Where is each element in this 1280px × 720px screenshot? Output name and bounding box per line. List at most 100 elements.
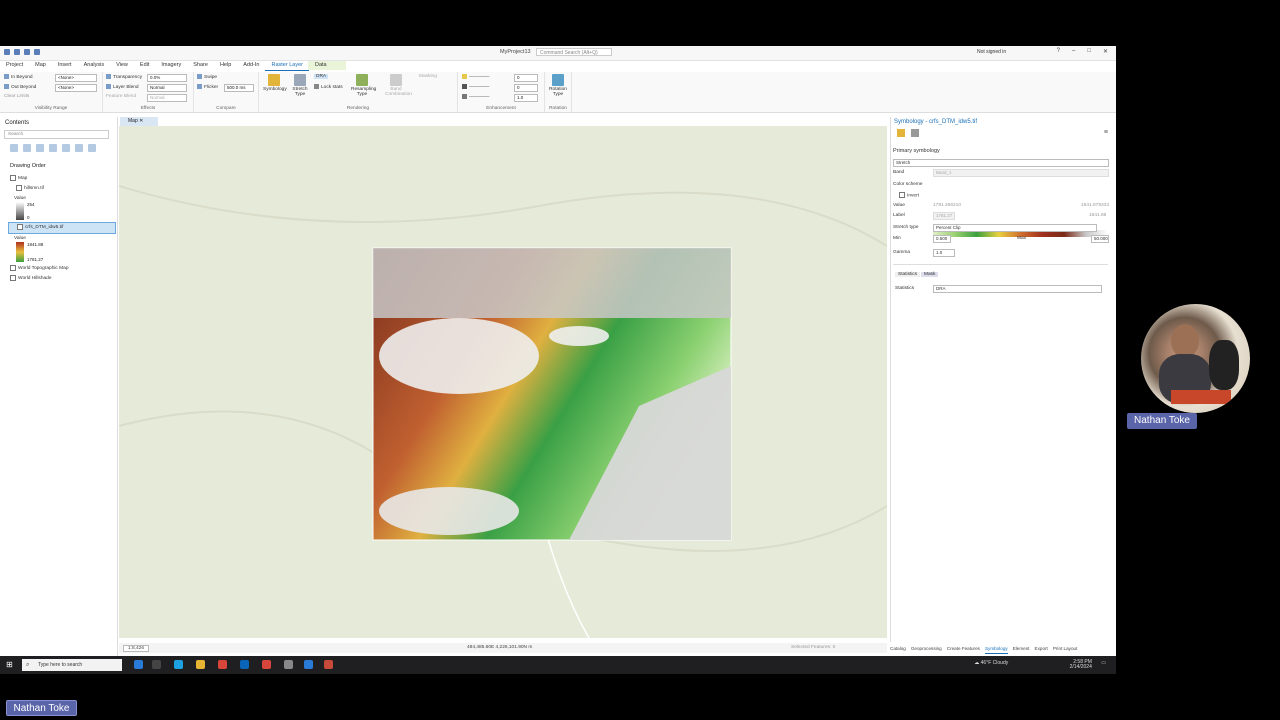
recorder-icon[interactable] — [324, 660, 333, 669]
close-button[interactable]: ✕ — [1103, 48, 1108, 55]
min-input[interactable]: 0.500 — [933, 235, 951, 243]
max-input[interactable]: 50.000 — [1091, 235, 1109, 243]
weather-text[interactable]: 46°F Cloudy — [981, 660, 1009, 666]
tab-imagery[interactable]: Imagery — [155, 61, 187, 71]
tab-symbology[interactable]: Symbology — [984, 646, 1008, 654]
tab-raster-layer[interactable]: Raster Layer — [265, 61, 309, 71]
brightness-input[interactable]: 0 — [514, 74, 538, 82]
tab-help[interactable]: Help — [214, 61, 237, 71]
list-by-labeling-icon[interactable] — [75, 144, 83, 152]
windows-start-icon[interactable]: ⊞ — [6, 660, 13, 669]
app-icon[interactable] — [284, 660, 293, 669]
map-canvas[interactable] — [119, 126, 887, 638]
minimize-button[interactable]: – — [1072, 48, 1075, 55]
list-by-selection-icon[interactable] — [36, 144, 44, 152]
undo-icon[interactable] — [34, 49, 40, 55]
help-icon[interactable]: ? — [1057, 48, 1060, 55]
tab-print-layout[interactable]: Print Layout — [1053, 646, 1078, 654]
tab-map[interactable]: Map — [29, 61, 52, 71]
feature-blend-select[interactable]: Normal — [147, 94, 187, 102]
tab-geoprocessing[interactable]: Geoprocessing — [911, 646, 942, 654]
open-project-icon[interactable] — [14, 49, 20, 55]
tab-analysis[interactable]: Analysis — [78, 61, 110, 71]
brightness-slider[interactable]: ────── — [462, 74, 489, 80]
taskbar-search-input[interactable]: Type here to search — [22, 659, 122, 671]
tab-add-in[interactable]: Add-In — [237, 61, 265, 71]
save-icon[interactable] — [24, 49, 30, 55]
swipe-button[interactable]: Swipe — [197, 74, 217, 80]
renderer-select[interactable]: Stretch — [893, 159, 1109, 167]
checkbox[interactable] — [17, 223, 23, 230]
out-beyond-button[interactable]: Out Beyond — [4, 84, 36, 90]
contrast-slider[interactable]: ────── — [462, 84, 489, 90]
signed-in-status[interactable]: Not signed in — [977, 49, 1006, 55]
tab-mask[interactable]: Mask — [921, 272, 939, 277]
chrome-profile-icon[interactable] — [262, 660, 271, 669]
map-node[interactable]: Map — [8, 174, 116, 184]
chrome-icon[interactable] — [218, 660, 227, 669]
symbology-button[interactable]: Symbology — [263, 74, 287, 92]
in-beyond-button[interactable]: In Beyond — [4, 74, 33, 80]
resampling-type-button[interactable]: Resampling Type — [351, 74, 376, 97]
label-low-input[interactable]: 1781.27 — [933, 212, 955, 220]
rotation-type-button[interactable]: Rotation Type — [547, 74, 569, 97]
tab-statistics[interactable]: Statistics — [895, 272, 921, 277]
contrast-input[interactable]: 0 — [514, 84, 538, 92]
maximize-button[interactable]: □ — [1087, 48, 1091, 55]
checkbox[interactable] — [10, 174, 16, 181]
command-search-input[interactable]: Command Search (Alt+Q) — [536, 48, 612, 56]
arcgis-pro-icon[interactable] — [304, 660, 313, 669]
stretch-type-select[interactable]: Percent Clip — [933, 224, 1097, 232]
clock[interactable]: 2:58 PM 2/14/2024 — [1070, 660, 1092, 670]
masking-button[interactable]: Masking — [419, 74, 437, 79]
layer-world-topo[interactable]: World Topographic Map — [8, 264, 116, 274]
tab-catalog[interactable]: Catalog — [890, 646, 906, 654]
menu-icon[interactable]: ≡ — [1104, 129, 1108, 136]
checkbox[interactable] — [10, 274, 16, 281]
map-view-tab[interactable]: Map ✕ — [120, 117, 158, 126]
list-by-snapping-icon[interactable] — [62, 144, 70, 152]
flicker-button[interactable]: Flicker — [197, 84, 218, 90]
tab-create-features[interactable]: Create Features — [947, 646, 980, 654]
tab-view[interactable]: View — [110, 61, 134, 71]
in-beyond-select[interactable]: <None> — [55, 74, 97, 82]
list-by-perspective-icon[interactable] — [88, 144, 96, 152]
flicker-interval-input[interactable]: 500.0 ms — [224, 84, 254, 92]
tab-edit[interactable]: Edit — [134, 61, 155, 71]
layer-dtm-selected[interactable]: crfs_DTM_idw5.tif — [8, 222, 116, 234]
tab-insert[interactable]: Insert — [52, 61, 78, 71]
vary-symbology-tab-icon[interactable] — [911, 129, 919, 137]
out-beyond-select[interactable]: <None> — [55, 84, 97, 92]
invert-checkbox[interactable]: Invert — [897, 192, 919, 198]
layer-world-hillshade[interactable]: World Hillshade — [8, 274, 116, 284]
edge-icon[interactable] — [174, 660, 183, 669]
tab-element[interactable]: Element — [1013, 646, 1030, 654]
layer-hillshade[interactable]: hillsmn.tif — [8, 184, 116, 194]
list-by-editing-icon[interactable] — [49, 144, 57, 152]
checkbox[interactable] — [16, 184, 22, 191]
checkbox[interactable] — [10, 264, 16, 271]
band-combination-button[interactable]: Band Combination — [385, 74, 412, 97]
file-explorer-icon[interactable] — [196, 660, 205, 669]
band-select[interactable]: Band_1 — [933, 169, 1109, 177]
transparency-input[interactable]: 0.0% — [147, 74, 187, 82]
cortana-icon[interactable] — [134, 660, 143, 669]
tab-project[interactable]: Project — [0, 61, 29, 71]
task-view-icon[interactable] — [152, 660, 161, 669]
notifications-icon[interactable]: ▭ — [1101, 660, 1106, 666]
list-by-drawing-order-icon[interactable] — [10, 144, 18, 152]
gamma-input[interactable]: 1.0 — [933, 249, 955, 257]
map-view[interactable] — [119, 126, 887, 638]
primary-symbology-tab-icon[interactable] — [897, 129, 905, 137]
dra-toggle[interactable]: DRA — [314, 74, 329, 79]
scale-select[interactable]: 1:8,426 — [123, 645, 150, 652]
gamma-input[interactable]: 1.0 — [514, 94, 538, 102]
tab-share[interactable]: Share — [187, 61, 214, 71]
outlook-icon[interactable] — [240, 660, 249, 669]
contents-search-input[interactable]: Search — [4, 130, 109, 139]
clear-limits-button[interactable]: Clear Limits — [4, 94, 29, 99]
gamma-slider[interactable]: ────── — [462, 94, 489, 100]
tab-data[interactable]: Data — [309, 61, 333, 71]
tab-export[interactable]: Export — [1035, 646, 1048, 654]
lock-stats-button[interactable]: Lock stats — [314, 84, 343, 90]
